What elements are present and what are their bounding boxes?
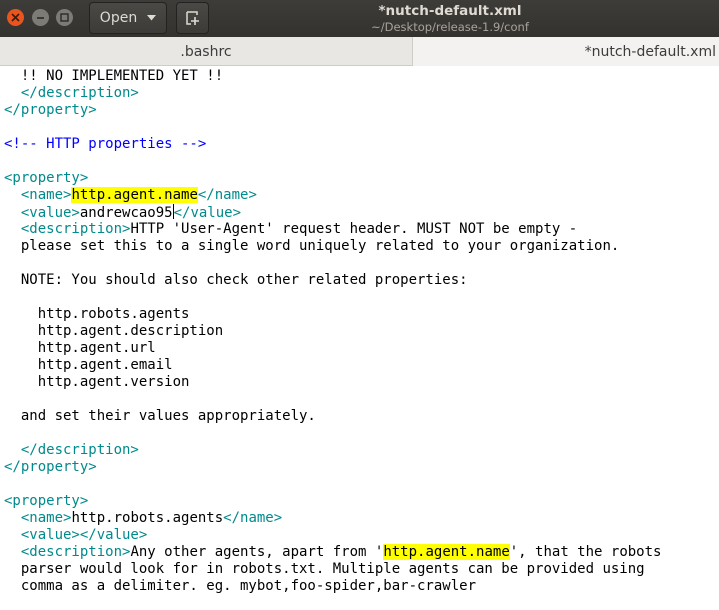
window-title: *nutch-default.xml (378, 3, 522, 19)
xml-tag: </description> (20, 442, 139, 458)
code-line: please set this to a single word uniquel… (4, 238, 619, 255)
code-line: NOTE: You should also check other relate… (4, 272, 468, 289)
xml-tag: <name> (20, 187, 72, 203)
xml-tag: </description> (20, 85, 139, 101)
code-line: </description> (4, 85, 139, 102)
code-text: http.agent.description (4, 323, 224, 339)
header-bar: Open *nutch-default.xml ~/Desktop/releas… (0, 0, 719, 37)
code-line: </property> (4, 459, 97, 476)
xml-tag: <property> (4, 170, 89, 186)
code-text: parser would look for in robots.txt. Mul… (4, 561, 645, 577)
code-text: and set their values appropriately. (4, 408, 316, 424)
open-button[interactable]: Open (89, 2, 167, 34)
code-line: !! NO IMPLEMENTED YET !! (4, 68, 223, 85)
code-text: http.robots.agents (4, 306, 190, 322)
search-highlight: http.agent.name (383, 544, 510, 560)
new-document-icon (185, 11, 199, 25)
code-line: <description>HTTP 'User-Agent' request h… (4, 221, 577, 238)
window-subtitle-path: ~/Desktop/release-1.9/conf (371, 20, 529, 34)
xml-tag: </value> (173, 205, 242, 221)
tab-bashrc[interactable]: .bashrc (0, 37, 412, 66)
open-button-label: Open (99, 10, 138, 26)
code-line: <property> (4, 493, 88, 510)
tab-label: .bashrc (180, 43, 232, 60)
code-text: NOTE: You should also check other relate… (4, 272, 468, 288)
code-text: http.agent.email (4, 357, 173, 373)
code-line: <description>Any other agents, apart fro… (4, 544, 661, 561)
new-tab-button[interactable] (176, 2, 209, 34)
xml-tag: <name> (20, 510, 72, 526)
tab-bar: .bashrc *nutch-default.xml (0, 37, 719, 66)
code-text: Any other agents, apart from ' (130, 544, 384, 560)
code-line: and set their values appropriately. (4, 408, 316, 425)
code-text: !! NO IMPLEMENTED YET !! (4, 68, 224, 84)
code-line: http.robots.agents (4, 306, 190, 323)
code-text: comma as a delimiter. eg. mybot,foo-spid… (4, 578, 477, 594)
code-text: http.agent.url (4, 340, 156, 356)
xml-tag: <property> (4, 493, 89, 509)
code-line: parser would look for in robots.txt. Mul… (4, 561, 645, 578)
xml-tag: </property> (4, 459, 97, 475)
code-text: andrewcao95 (79, 205, 173, 221)
window-title-block: *nutch-default.xml ~/Desktop/release-1.9… (300, 2, 600, 35)
code-line: <name>http.agent.name</name> (4, 187, 257, 204)
text-editor[interactable]: !! NO IMPLEMENTED YET !! </description> <… (0, 66, 719, 610)
code-line: <name>http.robots.agents</name> (4, 510, 282, 527)
code-line: http.agent.version (4, 374, 190, 391)
code-line: </description> (4, 442, 139, 459)
xml-tag: </property> (4, 102, 97, 118)
xml-tag: <value></value> (20, 527, 148, 543)
code-line: <property> (4, 170, 88, 187)
xml-comment: <!-- HTTP properties --> (4, 136, 207, 152)
minimize-window-button[interactable] (32, 9, 49, 26)
code-text: http.robots.agents (71, 510, 224, 526)
code-line: http.agent.url (4, 340, 156, 357)
close-window-button[interactable] (7, 9, 24, 26)
tab-nutch-default-xml[interactable]: *nutch-default.xml (412, 37, 719, 66)
search-highlight: http.agent.name (71, 187, 198, 203)
code-line: <value></value> (4, 527, 147, 544)
maximize-icon (60, 13, 69, 22)
code-line: <value>andrewcao95</value> (4, 204, 241, 221)
xml-tag: <description> (20, 221, 131, 237)
xml-tag: </name> (197, 187, 257, 203)
code-line: <!-- HTTP properties --> (4, 136, 206, 153)
close-icon (11, 13, 20, 22)
xml-tag: <value> (20, 205, 80, 221)
code-line: comma as a delimiter. eg. mybot,foo-spid… (4, 578, 476, 595)
xml-tag: </name> (223, 510, 283, 526)
code-text: please set this to a single word uniquel… (4, 238, 620, 254)
code-text: HTTP 'User-Agent' request header. MUST N… (130, 221, 578, 237)
code-text: http.agent.version (4, 374, 190, 390)
tab-label: *nutch-default.xml (584, 43, 716, 60)
code-line: http.agent.description (4, 323, 223, 340)
code-text: ', that the robots (509, 544, 662, 560)
maximize-window-button[interactable] (56, 9, 73, 26)
minimize-icon (37, 17, 44, 19)
chevron-down-icon (147, 15, 157, 21)
xml-tag: <description> (20, 544, 131, 560)
code-line: http.agent.email (4, 357, 173, 374)
code-line: </property> (4, 102, 97, 119)
